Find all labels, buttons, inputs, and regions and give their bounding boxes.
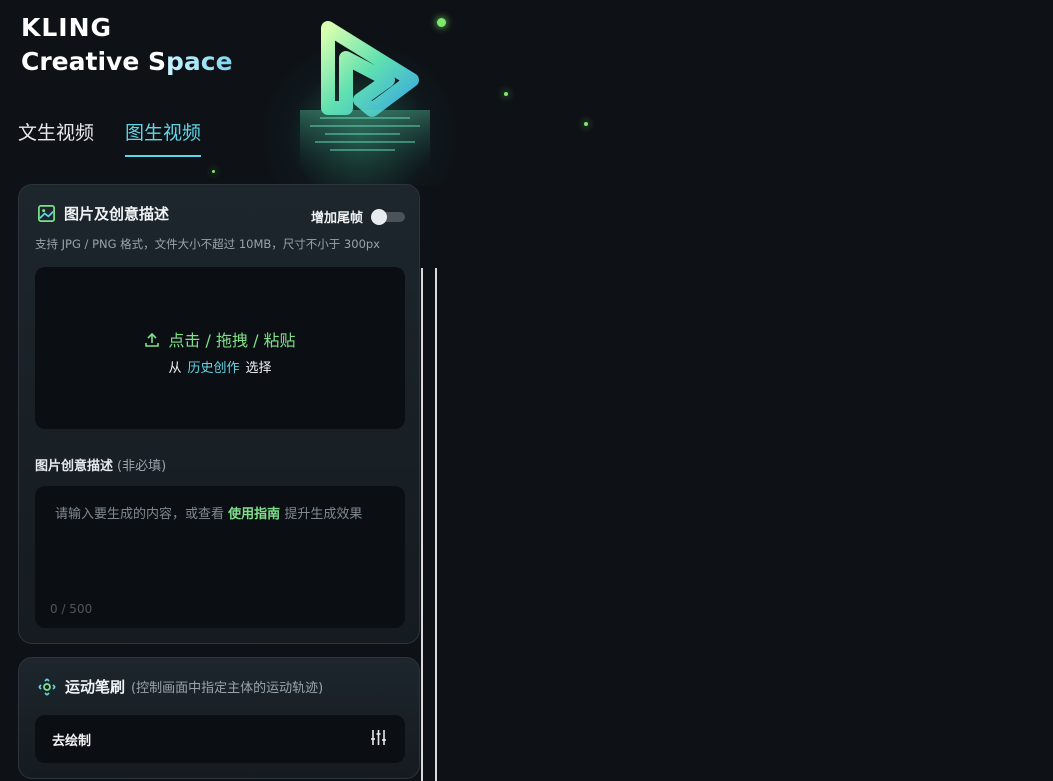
image-panel-title: 图片及创意描述	[64, 205, 170, 223]
motion-brush-panel: 运动笔刷 (控制画面中指定主体的运动轨迹) 去绘制	[18, 657, 420, 779]
sparkle-dot	[437, 18, 446, 27]
brand-title: KLING Creative Space	[21, 11, 233, 79]
mode-tabs: 文生视频 图生视频	[18, 118, 202, 157]
end-frame-toggle-group: 增加尾帧	[311, 207, 405, 226]
tab-image-to-video[interactable]: 图生视频	[125, 118, 202, 157]
sliders-icon	[371, 730, 386, 745]
usage-guide-link[interactable]: 使用指南	[228, 507, 280, 522]
upload-action: 点击 / 拖拽 / 粘贴	[35, 327, 405, 351]
panel-divider[interactable]	[421, 268, 423, 781]
description-label: 图片创意描述 (非必填)	[35, 455, 166, 474]
placeholder-part-b: 提升生成效果	[284, 507, 363, 522]
motion-panel-title: 运动笔刷	[65, 678, 126, 696]
sparkle-dot	[504, 92, 508, 96]
placeholder-part-a: 请输入要生成的内容，或查看	[55, 507, 225, 522]
brand-line2a: Creative S	[21, 47, 166, 76]
brand-line2b: pace	[165, 47, 233, 76]
motion-brush-icon	[38, 677, 56, 696]
select-text: 选择	[245, 361, 272, 376]
kling-logo-icon	[300, 21, 430, 170]
end-frame-toggle[interactable]	[371, 208, 405, 225]
toggle-knob	[371, 208, 387, 225]
sparkle-dot	[584, 122, 588, 126]
image-icon	[38, 205, 55, 222]
from-text: 从	[168, 361, 182, 376]
char-counter: 0 / 500	[50, 602, 93, 616]
image-panel-header: 图片及创意描述	[37, 203, 169, 224]
brand-line1: KLING	[21, 13, 113, 42]
upload-from-history: 从历史创作 选择	[35, 357, 405, 376]
panel-divider[interactable]	[435, 268, 437, 781]
motion-panel-header: 运动笔刷 (控制画面中指定主体的运动轨迹)	[37, 676, 323, 697]
optional-tag: (非必填)	[117, 459, 167, 474]
brand-line2: Creative Space	[21, 45, 233, 79]
image-panel: 图片及创意描述 增加尾帧 支持 JPG / PNG 格式，文件大小不超过 10M…	[18, 184, 420, 644]
description-placeholder: 请输入要生成的内容，或查看 使用指南 提升生成效果	[55, 503, 362, 522]
tab-text-to-video[interactable]: 文生视频	[18, 118, 94, 157]
go-draw-label: 去绘制	[52, 734, 92, 749]
history-link[interactable]: 历史创作	[187, 361, 239, 376]
sparkle-dot	[212, 170, 215, 173]
go-draw-button[interactable]: 去绘制	[35, 715, 405, 763]
upload-icon	[145, 332, 160, 347]
end-frame-label: 增加尾帧	[310, 211, 363, 226]
description-input[interactable]: 请输入要生成的内容，或查看 使用指南 提升生成效果 0 / 500	[35, 486, 405, 628]
description-label-text: 图片创意描述	[35, 459, 114, 474]
image-upload-dropzone[interactable]: 点击 / 拖拽 / 粘贴 从历史创作 选择	[35, 267, 405, 429]
upload-hint: 支持 JPG / PNG 格式，文件大小不超过 10MB，尺寸不小于 300px	[35, 237, 380, 251]
motion-panel-subtitle: (控制画面中指定主体的运动轨迹)	[131, 681, 324, 696]
upload-action-text: 点击 / 拖拽 / 粘贴	[168, 331, 296, 350]
